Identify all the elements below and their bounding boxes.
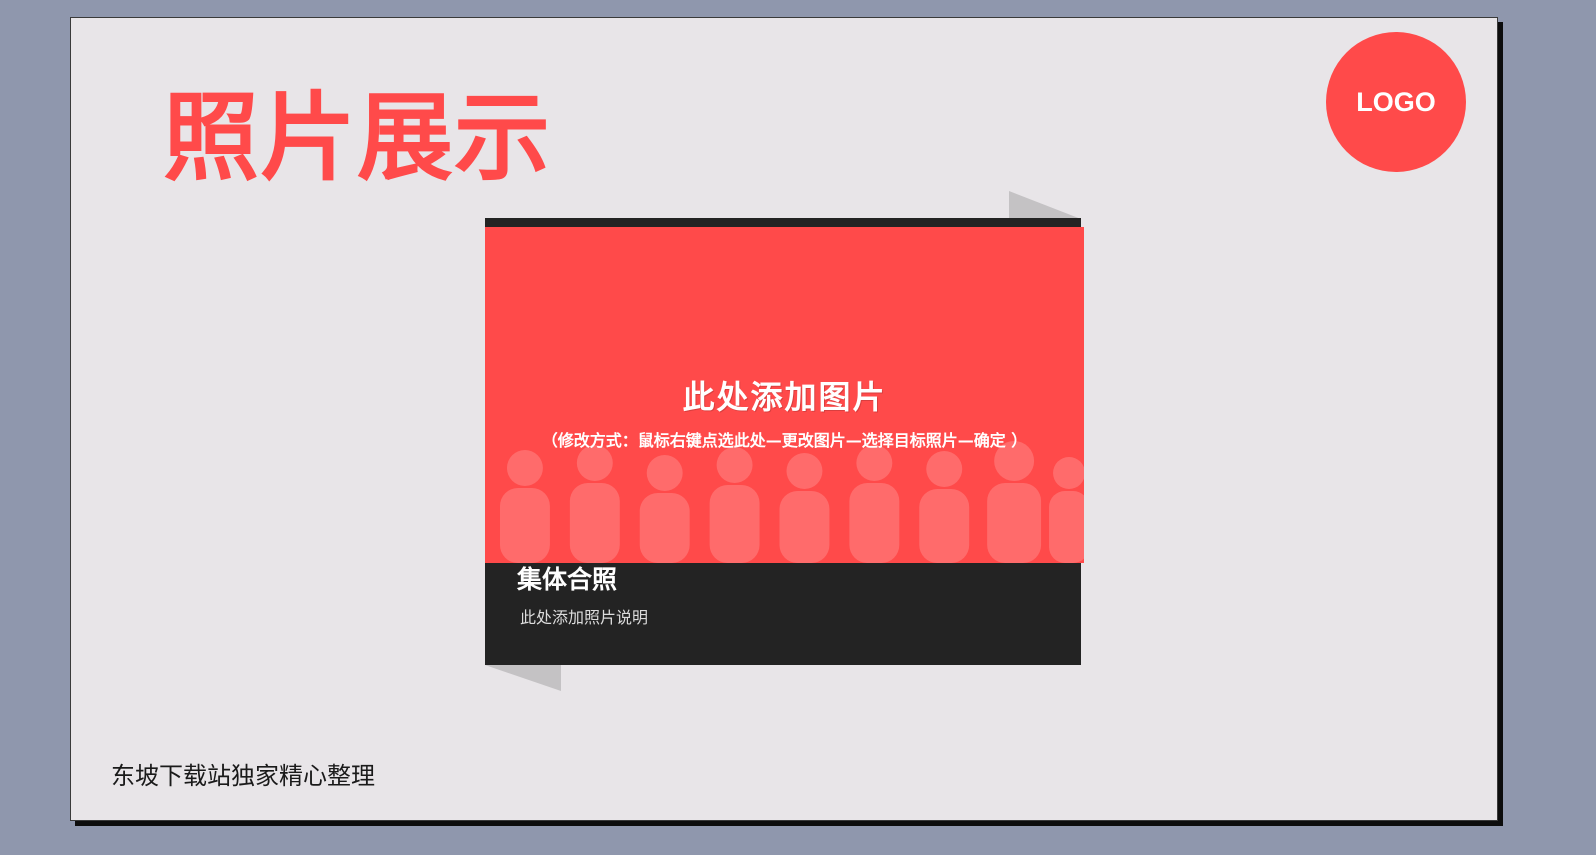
photo-caption-title[interactable]: 集体合照 — [517, 560, 617, 596]
slide: 照片展示 LOGO 此处添加图片 （修改方式：鼠标右键点选此处—更改图片—选择目… — [70, 17, 1498, 821]
photo-placeholder-text: 此处添加图片 （修改方式：鼠标右键点选此处—更改图片—选择目标照片—确定 ） — [485, 227, 1084, 563]
card-fold-top — [1009, 191, 1081, 219]
photo-caption-description[interactable]: 此处添加照片说明 — [520, 604, 648, 628]
photo-placeholder-title: 此处添加图片 — [682, 378, 887, 416]
photo-placeholder[interactable]: 此处添加图片 （修改方式：鼠标右键点选此处—更改图片—选择目标照片—确定 ） — [485, 227, 1084, 563]
photo-card: 此处添加图片 （修改方式：鼠标右键点选此处—更改图片—选择目标照片—确定 ） 集… — [485, 218, 1084, 665]
logo-text: LOGO — [1356, 86, 1436, 117]
card-fold-bottom — [485, 665, 561, 691]
footer-text: 东坡下载站独家精心整理 — [111, 762, 375, 790]
page-title: 照片展示 — [163, 82, 551, 194]
photo-placeholder-hint: （修改方式：鼠标右键点选此处—更改图片—选择目标照片—确定 ） — [541, 431, 1028, 450]
logo: LOGO — [1326, 32, 1466, 172]
